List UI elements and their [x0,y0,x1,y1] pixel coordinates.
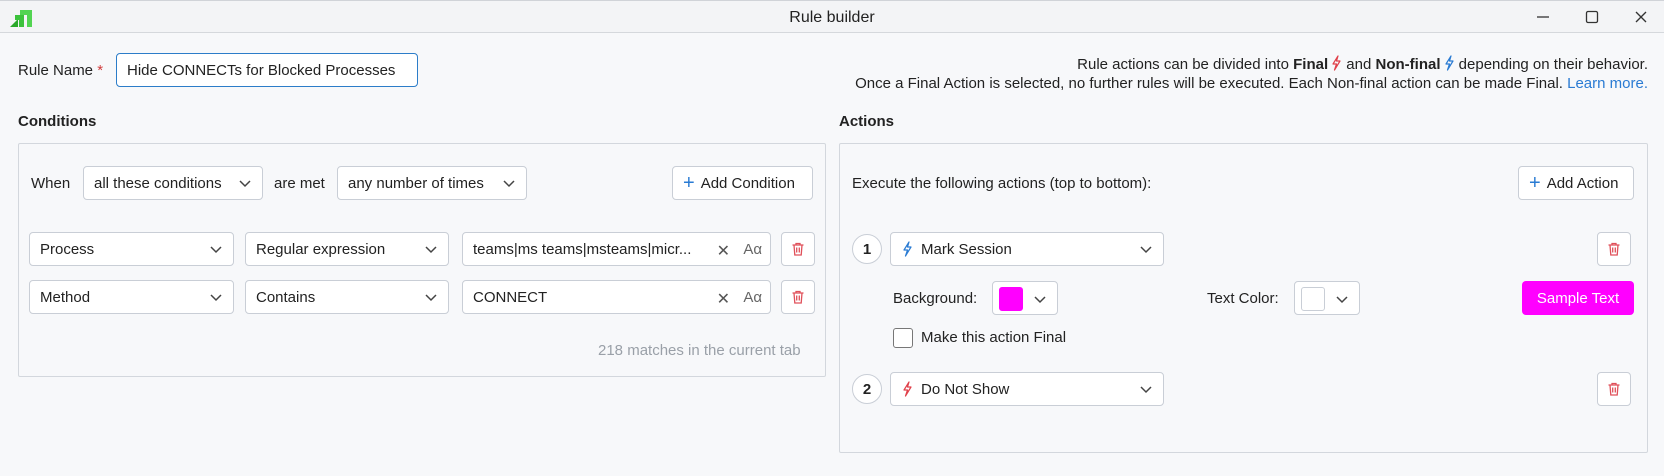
condition-value-input[interactable]: teams|ms teams|msteams|micr... ✕ Aα [462,232,771,266]
delete-action-button[interactable] [1597,372,1631,406]
are-met-label: are met [274,175,325,192]
condition-value-text: teams|ms teams|msteams|micr... [473,241,692,258]
condition-operator-select[interactable]: Regular expression [245,232,449,266]
delete-condition-button[interactable] [781,232,815,266]
trash-icon [792,290,804,304]
condition-field-value: Process [40,240,95,258]
match-case-icon[interactable]: Aα [743,289,762,306]
frequency-select[interactable]: any number of times [337,166,527,200]
background-swatch [999,287,1023,311]
add-condition-button[interactable]: + Add Condition [672,166,813,200]
condition-field-select[interactable]: Method [29,280,234,314]
close-icon [1635,11,1647,23]
condition-field-select[interactable]: Process [29,232,234,266]
action-type-value: Mark Session [921,240,1012,258]
chevron-down-icon [1140,386,1152,394]
condition-operator-select[interactable]: Contains [245,280,449,314]
background-label: Background: [893,290,978,307]
action-type-select[interactable]: Do Not Show [890,372,1164,406]
execute-text: Execute the following actions (top to bo… [852,175,1152,192]
maximize-icon [1585,10,1599,24]
trash-icon [792,242,804,256]
make-final-label: Make this action Final [921,329,1067,346]
add-action-button[interactable]: + Add Action [1518,166,1634,200]
frequency-value: any number of times [348,174,484,192]
plus-icon: + [1529,172,1541,194]
minimize-icon [1537,16,1549,18]
chevron-down-icon [239,180,251,188]
condition-value-input[interactable]: CONNECT ✕ Aα [462,280,771,314]
delete-condition-button[interactable] [781,280,815,314]
info-text: Rule actions can be divided into Final a… [855,55,1648,92]
rule-name-label: Rule Name * [18,62,104,79]
clear-icon[interactable]: ✕ [717,241,730,261]
non-final-bolt-icon [1444,55,1454,71]
maximize-button[interactable] [1572,4,1612,30]
close-button[interactable] [1621,4,1661,30]
trash-icon [1608,242,1620,256]
condition-operator-value: Regular expression [256,240,386,258]
text-color-swatch [1301,287,1325,311]
background-color-picker[interactable] [992,281,1058,315]
clear-icon[interactable]: ✕ [717,289,730,309]
final-bolt-icon [903,381,912,397]
chevron-down-icon [210,246,222,254]
chevron-down-icon [1140,246,1152,254]
match-case-icon[interactable]: Aα [743,241,762,258]
plus-icon: + [683,172,695,194]
final-bolt-icon [1332,55,1341,71]
chevron-down-icon [425,294,437,302]
action-number: 2 [852,374,882,404]
window-title: Rule builder [789,9,875,26]
when-label: When [31,175,71,192]
trash-icon [1608,382,1620,396]
condition-operator-value: Contains [256,288,316,306]
chevron-down-icon [210,294,222,302]
title-bar: Rule builder [0,0,1664,33]
learn-more-link[interactable]: Learn more. [1567,75,1648,92]
non-final-bolt-icon [903,241,912,257]
chevron-down-icon [503,180,515,188]
add-action-label: Add Action [1546,174,1619,192]
add-condition-label: Add Condition [700,174,795,192]
condition-value-text: CONNECT [473,289,548,306]
action-type-value: Do Not Show [921,380,1010,398]
action-number: 1 [852,234,882,264]
match-mode-select[interactable]: all these conditions [83,166,263,200]
make-final-checkbox[interactable] [893,328,913,348]
conditions-title: Conditions [18,113,97,130]
condition-field-value: Method [40,288,91,306]
delete-action-button[interactable] [1597,232,1631,266]
chevron-down-icon [425,246,437,254]
actions-title: Actions [839,113,895,130]
chevron-down-icon [1034,296,1046,304]
rule-name-input[interactable] [116,53,418,87]
action-type-select[interactable]: Mark Session [890,232,1164,266]
sample-text-preview: Sample Text [1522,281,1634,315]
text-color-label: Text Color: [1207,290,1279,307]
text-color-picker[interactable] [1294,281,1360,315]
chevron-down-icon [1336,296,1348,304]
match-mode-value: all these conditions [94,174,222,192]
matches-count: 218 matches in the current tab [598,342,801,359]
required-mark: * [97,62,104,79]
minimize-button[interactable] [1523,4,1563,30]
